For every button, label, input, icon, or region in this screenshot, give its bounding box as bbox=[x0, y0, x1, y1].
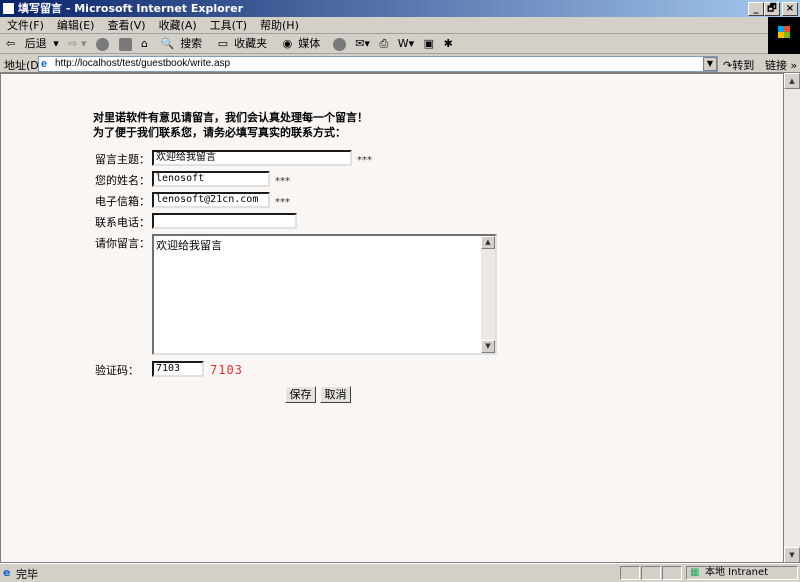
links-button[interactable]: 链接 » bbox=[765, 57, 797, 73]
back-label: 后退 bbox=[24, 37, 47, 50]
scroll-down-button[interactable]: ▼ bbox=[784, 547, 800, 563]
go-arrow-icon: ↷ bbox=[723, 59, 733, 72]
favorites-icon: ▭ bbox=[217, 37, 229, 50]
search-button[interactable]: 🔍 搜索 bbox=[154, 34, 208, 53]
captcha-image: 7103 bbox=[210, 363, 243, 377]
windows-logo bbox=[768, 17, 800, 54]
intranet-icon: ▦ bbox=[690, 567, 700, 578]
history-icon[interactable] bbox=[332, 37, 346, 51]
form-heading-2: 为了便于我们联系您，请务必填写真实的联系方式： bbox=[93, 126, 346, 139]
forward-button[interactable]: ⇨ ▾ bbox=[65, 34, 89, 53]
search-icon: 🔍 bbox=[160, 37, 175, 50]
message-label: 请你留言： bbox=[95, 237, 150, 250]
phone-input[interactable] bbox=[152, 213, 297, 229]
security-zone: ▦ 本地 Intranet bbox=[686, 566, 798, 580]
status-cell bbox=[662, 566, 682, 580]
menu-view[interactable]: 查看(V) bbox=[100, 17, 151, 33]
form-heading-1: 对里诺软件有意见请留言，我们会认真处理每一个留言！ bbox=[93, 111, 368, 124]
status-cell bbox=[620, 566, 640, 580]
textarea-scrollbar[interactable]: ▲ ▼ bbox=[481, 236, 495, 353]
subject-input[interactable]: 欢迎给我留言 bbox=[152, 150, 352, 166]
go-button[interactable]: ↷转到 bbox=[723, 57, 754, 73]
title-bar: 填写留言 - Microsoft Internet Explorer _ 🗗 × bbox=[0, 0, 800, 17]
address-dropdown[interactable]: ▼ bbox=[703, 57, 717, 71]
message-textarea[interactable]: 欢迎给我留言 ▲ ▼ bbox=[152, 234, 497, 355]
media-label: 媒体 bbox=[298, 37, 321, 50]
phone-label: 联系电话： bbox=[95, 216, 150, 229]
menu-file[interactable]: 文件(F) bbox=[0, 17, 50, 33]
name-label: 您的姓名： bbox=[95, 174, 150, 187]
menu-help[interactable]: 帮助(H) bbox=[253, 17, 305, 33]
restore-button[interactable]: 🗗 bbox=[764, 2, 780, 16]
zone-label: 本地 Intranet bbox=[705, 567, 769, 578]
back-arrow-icon: ⇦ bbox=[6, 37, 16, 50]
scroll-up-button[interactable]: ▲ bbox=[784, 73, 800, 89]
back-button[interactable]: ⇦ 后退 ▾ bbox=[0, 34, 62, 53]
ie-page-icon bbox=[2, 2, 15, 15]
email-required-mark: *** bbox=[275, 197, 290, 208]
textarea-scroll-up[interactable]: ▲ bbox=[481, 236, 495, 249]
home-icon[interactable]: ⌂ bbox=[138, 34, 151, 53]
minimize-button[interactable]: _ bbox=[748, 2, 764, 16]
menu-favorites[interactable]: 收藏(A) bbox=[152, 17, 203, 33]
status-text: 完毕 bbox=[16, 568, 38, 581]
vertical-scrollbar[interactable]: ▲ ▼ bbox=[784, 73, 800, 563]
favorites-button[interactable]: ▭ 收藏夹 bbox=[212, 34, 273, 53]
ie-icon: e bbox=[41, 58, 48, 70]
close-button[interactable]: × bbox=[782, 2, 798, 16]
captcha-label: 验证码： bbox=[95, 364, 139, 377]
stop-icon[interactable] bbox=[96, 37, 109, 51]
page-done-icon: e bbox=[3, 566, 11, 579]
address-url: http://localhost/test/guestbook/write.as… bbox=[55, 58, 231, 69]
windows-flag-icon bbox=[778, 26, 790, 38]
media-button[interactable]: ◉ 媒体 bbox=[277, 34, 327, 53]
refresh-icon[interactable] bbox=[118, 37, 132, 51]
status-cell bbox=[641, 566, 661, 580]
subject-label: 留言主题： bbox=[95, 153, 150, 166]
cancel-button[interactable]: 取消 bbox=[320, 386, 351, 403]
search-label: 搜索 bbox=[180, 37, 203, 50]
menu-edit[interactable]: 编辑(E) bbox=[50, 17, 101, 33]
messenger-icon[interactable]: ✱ bbox=[441, 34, 456, 53]
print-icon[interactable]: ⎙ bbox=[376, 34, 391, 53]
menu-tools[interactable]: 工具(T) bbox=[203, 17, 253, 33]
save-button[interactable]: 保存 bbox=[285, 386, 316, 403]
toolbar: ⇦ 后退 ▾ ⇨ ▾ ⌂ 🔍 搜索 ▭ 收藏夹 ◉ 媒体 ✉▾ ⎙ W▾ ▣ ✱ bbox=[0, 34, 768, 54]
media-icon: ◉ bbox=[282, 37, 293, 50]
edit-word-icon[interactable]: W▾ bbox=[395, 34, 417, 53]
email-input[interactable]: lenosoft@21cn.com bbox=[152, 192, 270, 208]
name-input[interactable]: lenosoft bbox=[152, 171, 270, 187]
mail-icon[interactable]: ✉▾ bbox=[352, 34, 373, 53]
menu-bar: 文件(F) 编辑(E) 查看(V) 收藏(A) 工具(T) 帮助(H) bbox=[0, 17, 768, 34]
message-text: 欢迎给我留言 bbox=[156, 239, 222, 252]
discuss-icon[interactable]: ▣ bbox=[421, 34, 437, 53]
address-input[interactable]: e http://localhost/test/guestbook/write.a… bbox=[38, 56, 718, 72]
textarea-scroll-down[interactable]: ▼ bbox=[481, 340, 495, 353]
email-label: 电子信箱： bbox=[95, 195, 150, 208]
status-bar: e 完毕 ▦ 本地 Intranet bbox=[0, 563, 800, 581]
favorites-label: 收藏夹 bbox=[234, 37, 268, 50]
address-bar: 地址(D) e http://localhost/test/guestbook/w… bbox=[0, 54, 800, 73]
go-label: 转到 bbox=[732, 59, 755, 72]
subject-required-mark: *** bbox=[357, 155, 372, 166]
name-required-mark: *** bbox=[275, 176, 290, 187]
window-title: 填写留言 - Microsoft Internet Explorer bbox=[18, 2, 243, 15]
captcha-input[interactable]: 7103 bbox=[152, 361, 204, 377]
